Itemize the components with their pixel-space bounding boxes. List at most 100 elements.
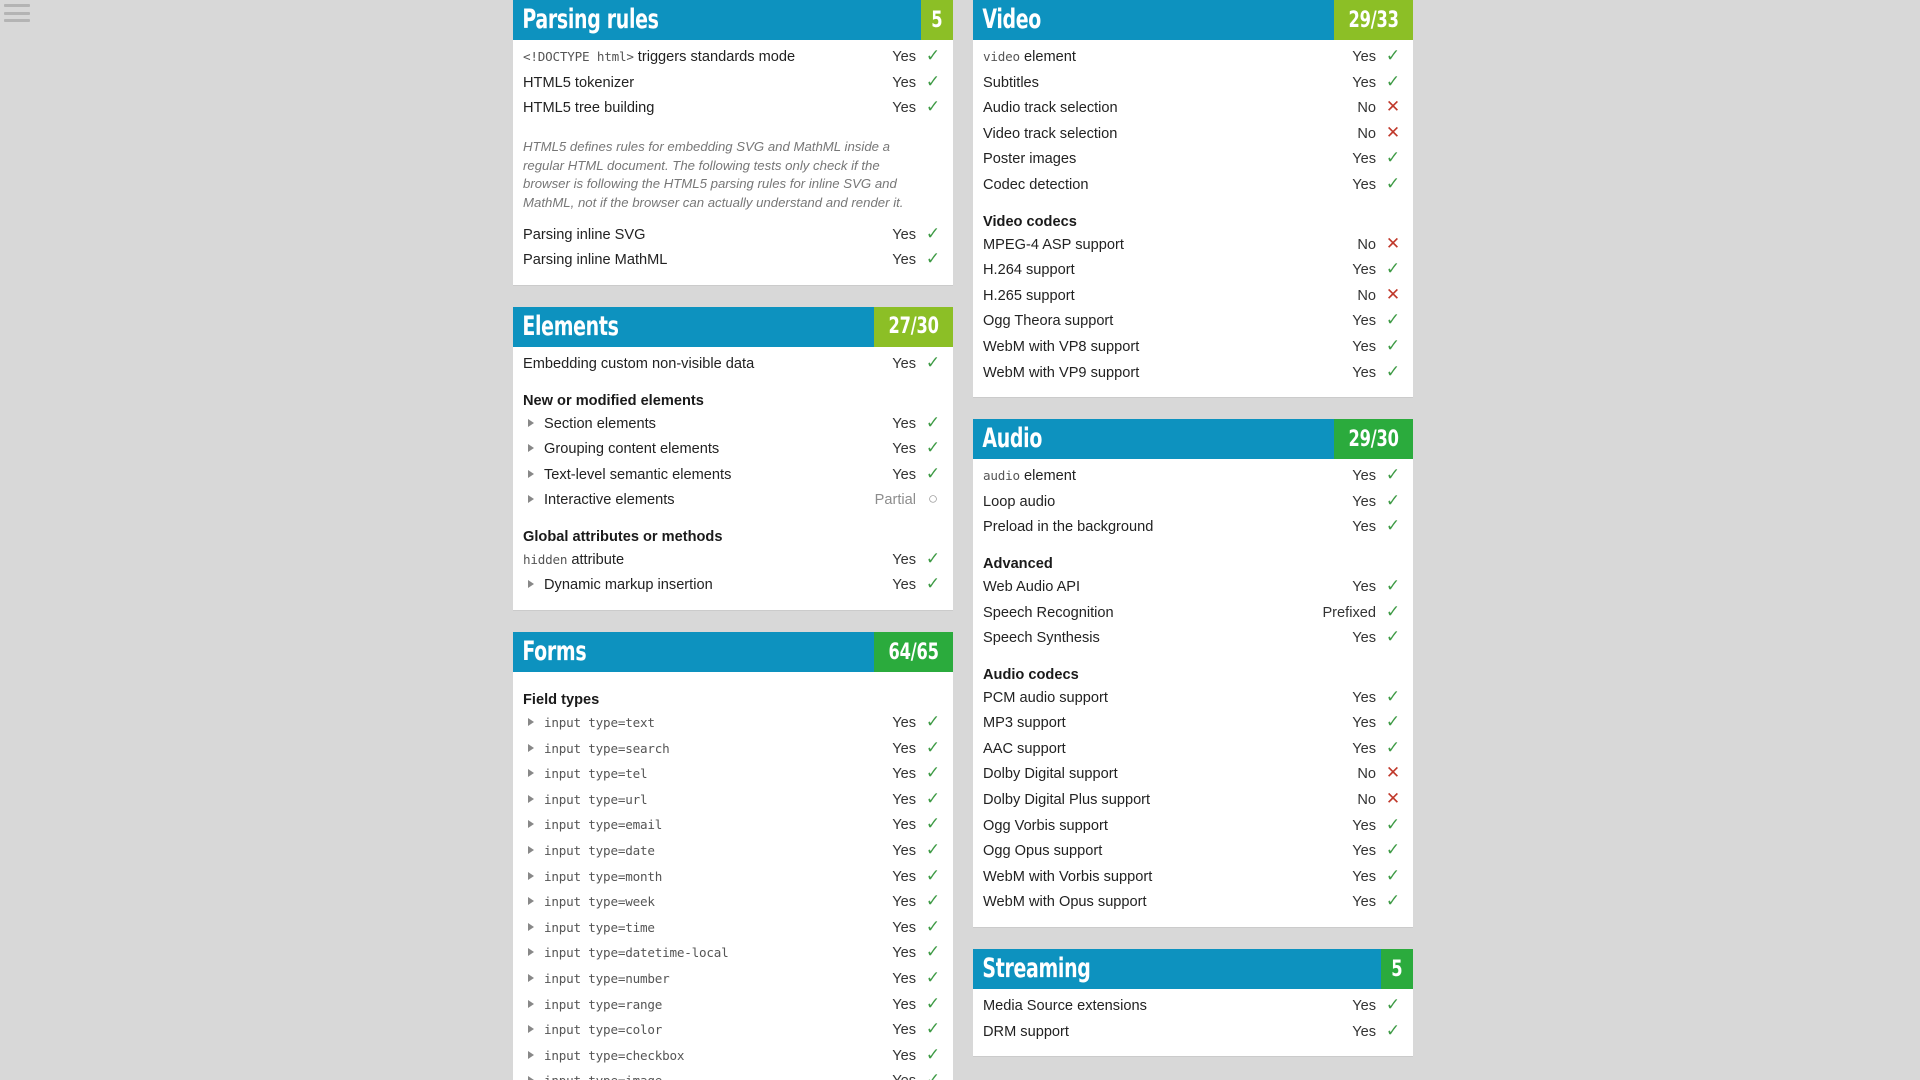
card-header-audio[interactable]: Audio 29/30 <box>973 419 1413 460</box>
table-row: WebM with Vorbis support Yes ✓ <box>973 867 1413 893</box>
table-row[interactable]: input type=week Yes ✓ <box>513 892 953 918</box>
table-row: Ogg Opus support Yes ✓ <box>973 841 1413 867</box>
results-columns: Parsing rules 5 <!DOCTYPE html> triggers s… <box>513 0 1473 1080</box>
row-label-text: MP3 support <box>983 715 1066 732</box>
row-label: WebM with VP8 support <box>983 339 1352 355</box>
disclosure-triangle-icon[interactable] <box>528 718 534 727</box>
row-label: input type=color <box>523 1022 892 1038</box>
status-yes-icon: ✓ <box>925 737 941 757</box>
table-row[interactable]: input type=range Yes ✓ <box>513 995 953 1021</box>
disclosure-triangle-icon[interactable] <box>528 794 534 803</box>
status-yes-icon: ✓ <box>925 438 941 458</box>
row-result: Yes <box>892 843 916 860</box>
row-result: Prefixed <box>1322 604 1376 621</box>
row-label: input type=datetime-local <box>523 945 892 961</box>
row-label-text: Ogg Theora support <box>983 313 1114 330</box>
row-label-text: WebM with Vorbis support <box>983 868 1153 885</box>
card-header-elements[interactable]: Elements 27/30 <box>513 306 953 347</box>
row-result: No <box>1357 792 1376 809</box>
status-yes-icon: ✓ <box>925 840 941 860</box>
row-label-text: MPEG-4 ASP support <box>983 236 1124 253</box>
card-header-parsing-rules[interactable]: Parsing rules 5 <box>513 0 953 40</box>
disclosure-triangle-icon[interactable] <box>528 580 534 589</box>
table-row[interactable]: input type=number Yes ✓ <box>513 969 953 995</box>
disclosure-triangle-icon[interactable] <box>528 974 534 982</box>
row-label: Dolby Digital support <box>983 766 1357 782</box>
disclosure-triangle-icon[interactable] <box>528 495 534 504</box>
card-header-streaming[interactable]: Streaming 5 <box>973 949 1413 990</box>
status-yes-icon: ✓ <box>925 891 941 911</box>
row-label: input type=email <box>523 817 892 833</box>
card-score-streaming: 5 <box>1381 949 1413 990</box>
table-row[interactable]: input type=checkbox Yes ✓ <box>513 1046 953 1072</box>
row-result: Yes <box>1352 998 1376 1015</box>
disclosure-triangle-icon[interactable] <box>528 897 534 906</box>
table-row[interactable]: input type=text Yes ✓ <box>513 713 953 739</box>
row-label: Codec detection <box>983 177 1352 193</box>
status-yes-icon: ✓ <box>925 712 941 732</box>
table-row: hidden attribute Yes ✓ <box>513 550 953 576</box>
hamburger-line <box>4 19 30 22</box>
row-label-text: attribute <box>567 551 625 568</box>
card-score-video: 29/33 <box>1333 0 1413 40</box>
card-title-elements: Elements <box>522 310 619 342</box>
disclosure-triangle-icon[interactable] <box>528 769 534 778</box>
disclosure-triangle-icon[interactable] <box>528 1025 534 1034</box>
card-body-audio: audio element Yes ✓ Loop audio Yes ✓ Preload i… <box>973 459 1413 928</box>
table-row: Parsing inline MathML Yes ✓ <box>513 250 953 276</box>
card-elements: Elements 27/30 Embedding custom non-visibl… <box>513 306 953 611</box>
table-row[interactable]: input type=url Yes ✓ <box>513 790 953 816</box>
table-row[interactable]: input type=datetime-local Yes ✓ <box>513 943 953 969</box>
disclosure-triangle-icon[interactable] <box>528 846 534 855</box>
table-row[interactable]: Section elements Yes ✓ <box>513 414 953 440</box>
table-row[interactable]: input type=image Yes✓ <box>513 1071 953 1080</box>
disclosure-triangle-icon[interactable] <box>528 999 534 1008</box>
status-yes-icon: ✓ <box>925 1019 941 1039</box>
status-no-icon: ✕ <box>1385 789 1401 809</box>
row-label-code: hidden <box>523 551 568 567</box>
status-yes-icon: ✓ <box>925 788 941 808</box>
table-row[interactable]: input type=tel Yes ✓ <box>513 764 953 790</box>
disclosure-triangle-icon[interactable] <box>528 922 534 931</box>
disclosure-triangle-icon[interactable] <box>528 820 534 829</box>
card-header-video[interactable]: Video 29/33 <box>973 0 1413 40</box>
disclosure-triangle-icon[interactable] <box>528 1076 534 1080</box>
row-result: Yes <box>892 252 916 269</box>
disclosure-triangle-icon[interactable] <box>528 418 534 427</box>
row-label: input type=date <box>523 843 892 859</box>
row-label: Parsing inline MathML <box>523 252 892 268</box>
row-label: video element <box>983 49 1352 65</box>
status-no-icon: ✕ <box>1385 97 1401 117</box>
disclosure-triangle-icon[interactable] <box>528 871 534 880</box>
table-row[interactable]: input type=month Yes ✓ <box>513 867 953 893</box>
status-yes-icon: ✓ <box>925 352 941 372</box>
row-result: Yes <box>1352 468 1376 485</box>
row-label: input type=week <box>523 894 892 910</box>
disclosure-triangle-icon[interactable] <box>528 948 534 957</box>
row-result: Yes <box>892 791 916 808</box>
disclosure-triangle-icon[interactable] <box>528 444 534 453</box>
hamburger-menu-icon[interactable] <box>4 4 30 22</box>
table-row[interactable]: Interactive elements Partial ○ <box>513 490 953 516</box>
status-yes-icon: ✓ <box>1385 601 1401 621</box>
table-row[interactable]: input type=email Yes ✓ <box>513 815 953 841</box>
row-label-text: DRM support <box>983 1023 1069 1040</box>
disclosure-triangle-icon[interactable] <box>528 1050 534 1059</box>
row-label: input type=url <box>523 792 892 808</box>
disclosure-triangle-icon[interactable] <box>528 469 534 478</box>
table-row[interactable]: Grouping content elements Yes ✓ <box>513 439 953 465</box>
table-row[interactable]: Text-level semantic elements Yes ✓ <box>513 465 953 491</box>
table-row: Preload in the background Yes ✓ <box>973 517 1413 543</box>
table-row[interactable]: input type=time Yes ✓ <box>513 918 953 944</box>
disclosure-triangle-icon[interactable] <box>528 743 534 752</box>
row-result: Yes <box>1352 578 1376 595</box>
table-row[interactable]: input type=search Yes ✓ <box>513 739 953 765</box>
left-column: Parsing rules 5 <!DOCTYPE html> triggers s… <box>513 0 953 1080</box>
row-result: Yes <box>892 466 916 483</box>
table-row[interactable]: input type=color Yes ✓ <box>513 1020 953 1046</box>
table-row[interactable]: Dynamic markup insertion Yes ✓ <box>513 575 953 601</box>
row-label-text: Codec detection <box>983 176 1089 193</box>
row-result: Yes <box>892 715 916 732</box>
table-row[interactable]: input type=date Yes ✓ <box>513 841 953 867</box>
card-header-forms[interactable]: Forms 64/65 <box>513 632 953 673</box>
